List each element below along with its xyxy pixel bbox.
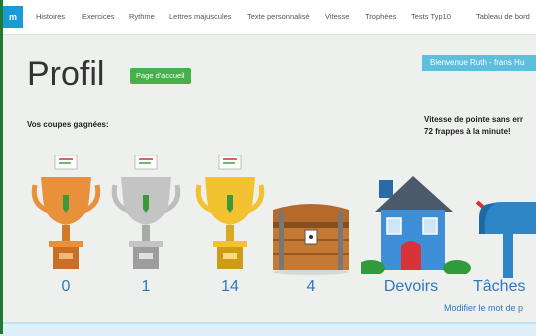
nav-item-lettres-majuscules[interactable]: Lettres majuscules bbox=[169, 12, 232, 21]
bronze-cup-icon bbox=[31, 155, 101, 273]
nav-item-vitesse[interactable]: Vitesse bbox=[325, 12, 349, 21]
taches-link[interactable]: Tâches bbox=[473, 278, 536, 296]
home-icon[interactable]: m bbox=[3, 6, 23, 28]
nav-item-rythme[interactable]: Rythme bbox=[129, 12, 155, 21]
change-password-link[interactable]: Modifier le mot de p bbox=[444, 303, 523, 313]
silver-cup-icon bbox=[111, 155, 181, 273]
house-icon bbox=[361, 172, 471, 274]
mailbox-icon bbox=[473, 198, 536, 278]
nav-item-trophees[interactable]: Trophées bbox=[365, 12, 396, 21]
silver-cup-count: 1 bbox=[141, 278, 151, 295]
welcome-banner: Bienvenue Ruth - frans Hu bbox=[422, 55, 536, 71]
devoirs-link[interactable]: Devoirs bbox=[361, 278, 461, 296]
chest-count: 4 bbox=[306, 278, 316, 295]
top-speed-line1: Vitesse de pointe sans err bbox=[424, 115, 524, 124]
top-speed-line2: 72 frappes à la minute! bbox=[424, 127, 511, 136]
treasure-chest-icon bbox=[271, 200, 351, 275]
bronze-cup-count: 0 bbox=[61, 278, 71, 295]
nav-item-texte-personnalise[interactable]: Texte personnalisé bbox=[247, 12, 310, 21]
cups-label: Vos coupes gagnées: bbox=[27, 120, 109, 129]
gold-cup-count: 14 bbox=[221, 278, 239, 295]
top-speed-text: Vitesse de pointe sans err 72 frappes à … bbox=[424, 114, 523, 138]
home-page-button[interactable]: Page d'accueil bbox=[130, 68, 191, 84]
top-navbar: m Histoires Exercices Rythme Lettres maj… bbox=[3, 0, 536, 35]
page-title: Profil bbox=[27, 55, 105, 93]
gold-cup-icon bbox=[195, 155, 265, 273]
nav-item-histoires[interactable]: Histoires bbox=[36, 12, 65, 21]
nav-item-exercices[interactable]: Exercices bbox=[82, 12, 115, 21]
nav-item-tableau-de-bord[interactable]: Tableau de bord bbox=[476, 12, 530, 21]
nav-item-tests-typ10[interactable]: Tests Typ10 bbox=[411, 12, 451, 21]
